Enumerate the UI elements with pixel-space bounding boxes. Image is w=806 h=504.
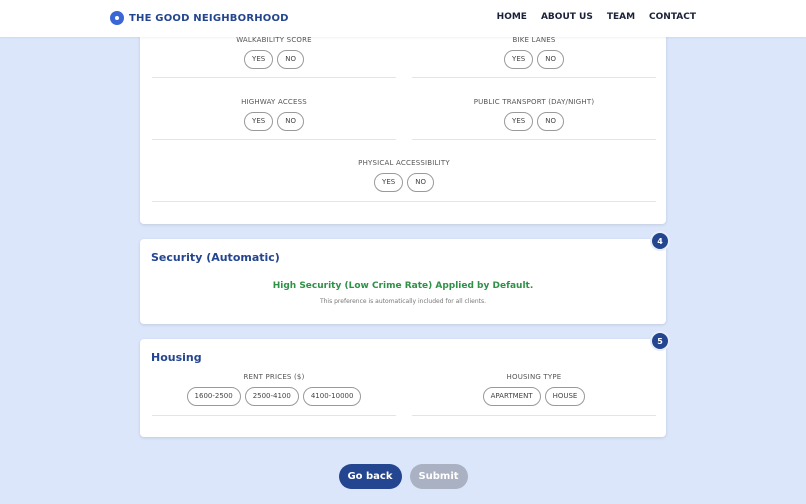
rent-option-button[interactable]: 2500-4100 — [244, 387, 299, 406]
location-pin-icon — [110, 11, 124, 25]
security-card: 4 Security (Automatic) High Security (Lo… — [140, 233, 668, 324]
section-title: Security (Automatic) — [151, 251, 280, 264]
housing-type-button[interactable]: APARTMENT — [482, 387, 541, 406]
top-navbar: THE GOOD NEIGHBORHOOD HOME ABOUT US TEAM… — [0, 0, 806, 37]
brand-logo[interactable]: THE GOOD NEIGHBORHOOD — [110, 11, 289, 25]
pref-housing-type: HOUSING TYPE APARTMENT HOUSE — [412, 373, 656, 406]
pref-label: BIKE LANES — [512, 36, 556, 44]
divider — [152, 201, 656, 202]
bike-lanes-no-button[interactable]: NO — [537, 50, 564, 69]
divider — [412, 415, 656, 416]
divider — [412, 77, 656, 78]
submit-button[interactable]: Submit — [409, 464, 468, 489]
highway-yes-button[interactable]: YES — [244, 112, 274, 131]
pref-bike-lanes: BIKE LANES YES NO — [412, 36, 656, 69]
housing-type-button[interactable]: HOUSE — [544, 387, 586, 406]
accessibility-no-button[interactable]: NO — [407, 173, 434, 192]
step-badge: 4 — [652, 233, 668, 249]
pref-accessibility: PHYSICAL ACCESSIBILITY YES NO — [152, 159, 656, 192]
form-actions: Go back Submit — [0, 464, 806, 489]
brand-name: THE GOOD NEIGHBORHOOD — [129, 12, 289, 24]
rent-option-button[interactable]: 4100-10000 — [302, 387, 362, 406]
step-badge: 5 — [652, 333, 668, 349]
pref-label: RENT PRICES ($) — [243, 373, 305, 381]
pref-label: HOUSING TYPE — [506, 373, 562, 381]
section-title: Housing — [151, 351, 202, 364]
housing-card: 5 Housing RENT PRICES ($) 1600-2500 2500… — [140, 333, 668, 437]
pref-label: WALKABILITY SCORE — [236, 36, 312, 44]
security-note: This preference is automatically include… — [319, 298, 487, 305]
security-message: High Security (Low Crime Rate) Applied b… — [272, 281, 534, 291]
nav-about-us[interactable]: ABOUT US — [541, 12, 593, 22]
nav-contact[interactable]: CONTACT — [649, 12, 696, 22]
walkability-yes-button[interactable]: YES — [244, 50, 274, 69]
highway-no-button[interactable]: NO — [277, 112, 304, 131]
divider — [152, 77, 396, 78]
go-back-button[interactable]: Go back — [338, 464, 402, 489]
main-nav: HOME ABOUT US TEAM CONTACT — [497, 12, 696, 22]
pref-label: PHYSICAL ACCESSIBILITY — [358, 159, 450, 167]
pref-walkability: WALKABILITY SCORE YES NO — [152, 36, 396, 69]
pref-public-transport: PUBLIC TRANSPORT (DAY/NIGHT) YES NO — [412, 98, 656, 131]
nav-home[interactable]: HOME — [497, 12, 527, 22]
pref-label: HIGHWAY ACCESS — [241, 98, 307, 106]
accessibility-yes-button[interactable]: YES — [374, 173, 404, 192]
walkability-no-button[interactable]: NO — [277, 50, 304, 69]
nav-team[interactable]: TEAM — [607, 12, 635, 22]
divider — [412, 139, 656, 140]
divider — [152, 139, 396, 140]
pref-rent-prices: RENT PRICES ($) 1600-2500 2500-4100 4100… — [152, 373, 396, 406]
rent-option-button[interactable]: 1600-2500 — [186, 387, 241, 406]
public-transport-no-button[interactable]: NO — [537, 112, 564, 131]
bike-lanes-yes-button[interactable]: YES — [504, 50, 534, 69]
pref-highway: HIGHWAY ACCESS YES NO — [152, 98, 396, 131]
public-transport-yes-button[interactable]: YES — [504, 112, 534, 131]
pref-label: PUBLIC TRANSPORT (DAY/NIGHT) — [473, 98, 595, 106]
divider — [152, 415, 396, 416]
